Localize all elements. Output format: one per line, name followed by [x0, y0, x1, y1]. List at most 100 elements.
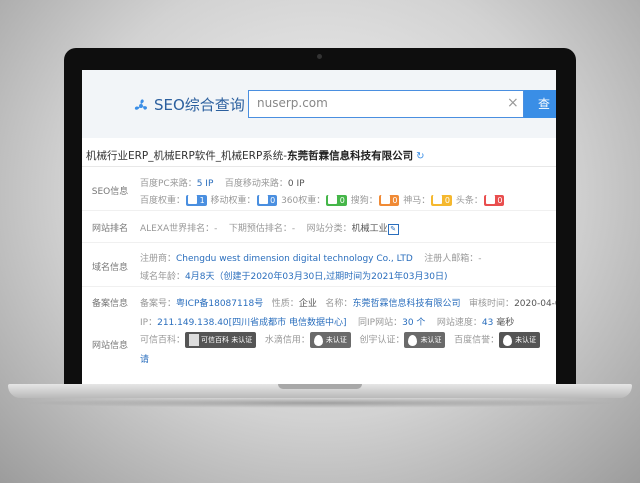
- speed-unit: 毫秒: [496, 318, 515, 328]
- web-row-1: IP：211.149.138.40[四川省成都市 电信数据中心] 同IP网站：3…: [140, 315, 514, 328]
- laptop-base: [8, 384, 632, 398]
- domain-age-label: 域名年龄：: [140, 272, 186, 282]
- toutiao-label: 头条：: [455, 196, 483, 206]
- site-title: 机械行业ERP_机械ERP软件_机械ERP系统-东莞哲霖信息科技有限公司 ↻: [86, 148, 424, 163]
- alexa-rank: ALEXA世界排名：-: [140, 224, 218, 234]
- ip-label: IP：: [140, 318, 158, 328]
- icp-number-label: 备案号：: [140, 299, 177, 309]
- toutiao-badge[interactable]: 0: [483, 195, 505, 206]
- baidu-weight-label: 百度权重：: [140, 196, 186, 206]
- shuidi-badge-text: 未认证: [325, 336, 347, 344]
- shield-v-icon: [408, 334, 418, 346]
- baidu-weight-badge[interactable]: 1: [186, 195, 207, 206]
- shenma-badge[interactable]: 0: [431, 195, 452, 206]
- web-row-2: 可信百科： 可信百科 未认证 水滴信用： 未认证 创宇认证： 未认证 百度信誉： 未认证: [140, 332, 541, 348]
- kexin-icon: [189, 334, 200, 346]
- shenma-icon: [433, 195, 443, 204]
- divider: [82, 286, 556, 287]
- baidu-credit-label: 百度信誉：: [454, 335, 500, 346]
- registrar-label: 注册商：: [140, 254, 177, 264]
- search-button[interactable]: 查: [524, 90, 556, 118]
- sogou-label: 搜狗：: [350, 196, 378, 206]
- site-title-text: 机械行业ERP_机械ERP软件_机械ERP系统-: [86, 150, 288, 162]
- search-box: ×: [248, 90, 524, 118]
- laptop-shadow: [20, 398, 620, 408]
- water-drop-icon: [313, 334, 323, 346]
- site-header: SEO综合查询 × 查: [82, 70, 556, 138]
- category-value[interactable]: 机械工业: [352, 224, 388, 234]
- icp-name-label: 名称：: [325, 299, 353, 309]
- seo-row-2: 百度权重： 1 移动权重： 0 360权重： 0 搜狗： 0 神马： 0 头条：…: [140, 193, 505, 206]
- sogou-value: 0: [392, 196, 398, 205]
- chuangyu-label: 创宇认证：: [359, 335, 405, 346]
- section-label-web: 网站信息: [91, 341, 128, 351]
- refresh-icon[interactable]: ↻: [416, 151, 424, 162]
- more-link[interactable]: 请: [140, 355, 149, 365]
- web-row-3: 请: [140, 352, 149, 365]
- section-label-rank: 网站排名: [91, 224, 128, 234]
- baidu-credit-badge[interactable]: 未认证: [499, 332, 541, 348]
- speed-label: 网站速度：: [436, 318, 482, 328]
- section-label-domain: 域名信息: [91, 263, 128, 273]
- search-input[interactable]: [257, 96, 497, 110]
- divider: [82, 242, 556, 243]
- shuidi-label: 水滴信用：: [264, 335, 310, 346]
- sogou-badge[interactable]: 0: [378, 195, 400, 206]
- domain-age-value: 4月8天（创建于2020年03月30日,过期时间为2021年03月30日): [185, 272, 448, 282]
- section-label-seo: SEO信息: [91, 187, 129, 197]
- paw-icon: [503, 334, 513, 346]
- icp-date-label: 审核时间：: [469, 299, 515, 309]
- weight-360-badge[interactable]: 0: [326, 195, 347, 206]
- laptop-bezel: SEO综合查询 × 查 机械行业ERP_机械ERP软件_机械ERP系统-东莞哲霖…: [64, 48, 576, 386]
- paw-icon: [258, 195, 268, 204]
- same-ip-value[interactable]: 30 个: [402, 318, 425, 328]
- icp-number-value[interactable]: 粤ICP备18087118号: [176, 299, 263, 309]
- forecast-rank: 下期预估排名：-: [228, 224, 296, 234]
- kexin-badge-text: 可信百科 未认证: [201, 336, 253, 344]
- icp-nature-value: 企业: [298, 299, 317, 309]
- icp-row: 备案号：粤ICP备18087118号 性质：企业 名称：东莞哲霖信息科技有限公司…: [140, 296, 556, 309]
- baidu-pc-value[interactable]: 5 IP: [197, 179, 214, 189]
- kexin-badge[interactable]: 可信百科 未认证: [185, 332, 257, 348]
- baidu-mobile-label: 百度移动来路：: [224, 179, 288, 189]
- icp-name-value[interactable]: 东莞哲霖信息科技有限公司: [352, 299, 460, 309]
- site-title-company: 东莞哲霖信息科技有限公司: [287, 150, 414, 162]
- registrant-email: 注册人邮箱：-: [424, 254, 482, 264]
- mobile-weight-value: 0: [270, 196, 276, 205]
- baidu-weight-value: 1: [199, 196, 205, 205]
- laptop-notch: [278, 384, 362, 389]
- kexin-label: 可信百科：: [140, 335, 186, 346]
- domain-row-2: 域名年龄：4月8天（创建于2020年03月30日,过期时间为2021年03月30…: [140, 269, 447, 282]
- ip-value[interactable]: 211.149.138.40[四川省成都市 电信数据中心]: [157, 318, 346, 328]
- baidu-pc-label: 百度PC来路：: [140, 179, 197, 189]
- weight-360-value: 0: [339, 196, 345, 205]
- clear-icon[interactable]: ×: [507, 95, 519, 111]
- laptop-screen: SEO综合查询 × 查 机械行业ERP_机械ERP软件_机械ERP系统-东莞哲霖…: [82, 70, 556, 386]
- edit-icon[interactable]: ✎: [387, 224, 399, 235]
- seo-row-1: 百度PC来路：5 IP 百度移动来路：0 IP: [140, 176, 305, 189]
- rank-row: ALEXA世界排名：- 下期预估排名：- 网站分类：机械工业 ✎: [140, 221, 399, 235]
- shenma-value: 0: [444, 196, 450, 205]
- icp-nature-label: 性质：: [271, 299, 299, 309]
- paw-icon: [188, 195, 198, 204]
- domain-row-1: 注册商：Chengdu west dimension digital techn…: [140, 251, 481, 264]
- mobile-weight-badge[interactable]: 0: [256, 195, 278, 206]
- camera-icon: [317, 54, 322, 59]
- logo-text[interactable]: SEO综合查询: [154, 94, 245, 115]
- 360-icon: [328, 195, 338, 204]
- same-ip-label: 同IP网站：: [358, 318, 403, 328]
- chuangyu-badge-text: 未认证: [420, 336, 442, 344]
- chuangyu-badge[interactable]: 未认证: [404, 332, 446, 348]
- speed-value: 43: [481, 318, 494, 328]
- baidu-mobile-value: 0 IP: [287, 179, 305, 189]
- divider: [82, 166, 556, 167]
- divider: [82, 210, 556, 211]
- sogou-icon: [380, 195, 390, 204]
- logo-fan-icon: [134, 99, 148, 110]
- baidu-credit-badge-text: 未认证: [515, 336, 537, 344]
- weight-360-label: 360权重：: [281, 196, 326, 206]
- category-label: 网站分类：: [306, 224, 352, 234]
- toutiao-icon: [485, 195, 495, 204]
- registrar-value[interactable]: Chengdu west dimension digital technolog…: [176, 254, 413, 264]
- shuidi-badge[interactable]: 未认证: [309, 332, 351, 348]
